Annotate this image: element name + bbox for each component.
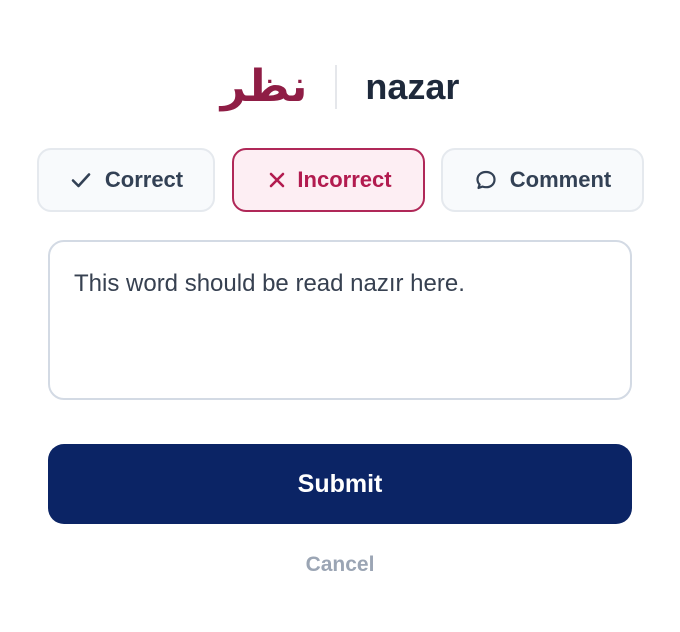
word-header: نظر nazar [0,52,680,122]
comment-textarea[interactable]: This word should be read nazır here. [48,240,632,400]
x-icon [265,168,289,192]
incorrect-option-button[interactable]: Incorrect [232,148,425,212]
submit-button[interactable]: Submit [48,444,632,524]
transliteration: nazar [365,66,460,107]
arabic-word: نظر [220,61,308,112]
correct-option-button[interactable]: Correct [37,148,215,212]
comment-text: This word should be read nazır here. [74,270,465,297]
comment-option-button[interactable]: Comment [441,148,644,212]
check-icon [69,168,93,192]
incorrect-option-label: Incorrect [297,167,392,192]
correct-option-label: Correct [104,167,184,192]
feedback-card: نظر nazar Correct Incorrect Comment This… [0,0,680,632]
speech-bubble-icon [474,168,498,192]
comment-option-label: Comment [509,167,612,192]
cancel-link[interactable]: Cancel [0,550,680,580]
